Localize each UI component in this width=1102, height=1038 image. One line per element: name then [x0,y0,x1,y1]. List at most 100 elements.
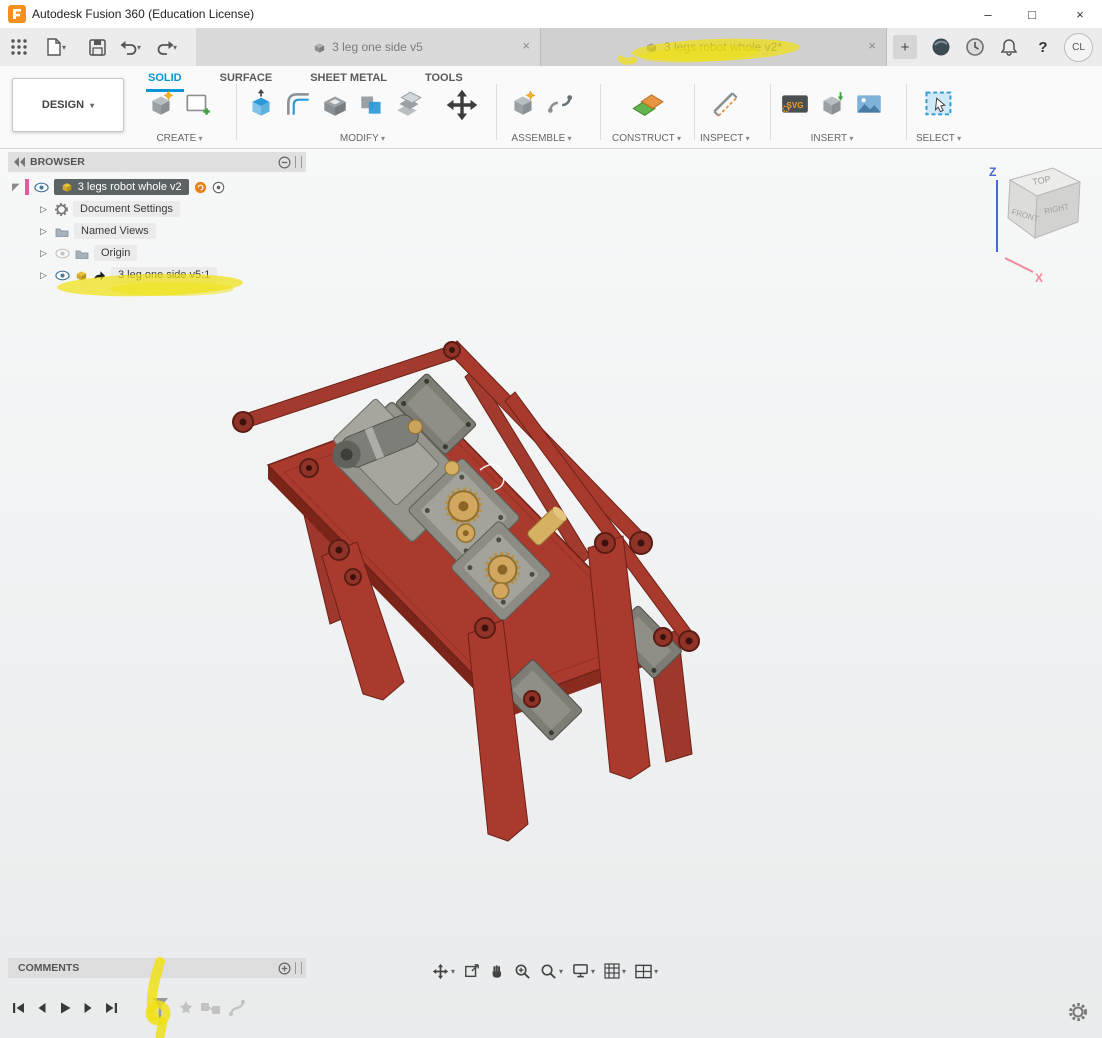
timeline-group-icon[interactable] [200,1000,222,1016]
new-tab-button[interactable]: + [893,35,917,59]
go-to-start-button[interactable] [10,1000,28,1021]
press-pull-icon[interactable] [246,88,276,120]
navigation-toolbar: ▾ ▾ ▾ [432,956,658,986]
app-grid-icon[interactable] [8,36,30,58]
close-button[interactable]: × [1058,0,1102,28]
browser-tree: ◤ 3 legs robot whole v2 ▷ [8,176,306,286]
browser-panel-header[interactable]: BROWSER [8,152,306,172]
row-label[interactable]: Origin [94,245,137,261]
shell-icon[interactable] [320,88,350,120]
timeline-pin-icon[interactable] [178,1000,194,1018]
file-menu-icon[interactable] [42,36,64,58]
joint-icon[interactable] [545,88,575,120]
grid-snap-tool[interactable]: ▾ [604,963,626,979]
viewports-tool[interactable]: ▾ [635,964,658,979]
svg-text:X: X [1035,271,1043,285]
expander-icon[interactable]: ▷ [40,226,50,237]
expander-icon[interactable]: ▷ [40,248,50,259]
document-tab-2-active[interactable]: 3 legs robot whole v2* × [541,28,887,66]
play-button[interactable] [56,1000,74,1021]
panel-grip[interactable] [295,156,302,168]
fillet-icon[interactable] [283,88,313,120]
create-sketch-icon[interactable] [183,88,213,120]
maximize-button[interactable]: □ [1010,0,1054,28]
viewcube[interactable]: Z X TOP FRONT RIGHT [975,152,1102,287]
zoom-tool[interactable] [514,963,531,980]
browser-row-named-views[interactable]: ▷ Named Views [8,220,306,242]
expander-icon[interactable]: ▷ [40,204,50,215]
offset-plane-icon[interactable] [394,88,424,120]
browser-filter-icon[interactable]: ◤ [12,182,20,193]
workspace-selector[interactable]: DESIGN ▾ [12,78,124,132]
insert-mesh-icon[interactable] [817,88,847,120]
visibility-eye-icon[interactable] [55,270,70,281]
construct-plane-icon[interactable] [630,88,664,120]
row-label[interactable]: Named Views [74,223,156,239]
group-select-label[interactable]: SELECT [916,133,961,144]
group-construct-label[interactable]: CONSTRUCT [612,133,681,144]
insert-canvas-icon[interactable] [854,88,884,120]
job-status-icon[interactable] [928,34,954,60]
group-inspect: INSPECT [700,88,750,144]
expander-icon[interactable]: ▷ [40,270,50,281]
visibility-eye-off-icon[interactable] [55,248,70,259]
orbit-tool[interactable]: ▾ [432,963,455,980]
document-tab-1-close-icon[interactable]: × [522,38,530,53]
caret-icon: ▾ [591,967,595,976]
model-3d[interactable] [140,320,760,900]
panel-expand-icon[interactable] [278,962,291,975]
step-forward-button[interactable] [80,1000,96,1021]
pan-tool[interactable] [489,963,505,980]
timeline-joint-icon[interactable] [228,999,246,1017]
row-label[interactable]: 3 leg one side v5:1 [111,267,217,283]
panel-minimize-icon[interactable] [278,156,291,169]
browser-row-origin[interactable]: ▷ Origin [8,242,306,264]
browser-root-item[interactable]: 3 legs robot whole v2 [54,179,189,195]
caret-icon: ▾ [654,967,658,976]
select-icon[interactable] [923,88,955,120]
minimize-button[interactable]: – [966,0,1010,28]
document-cube-icon [313,41,326,54]
display-settings-tool[interactable]: ▾ [572,963,595,979]
panel-grip[interactable] [295,962,302,974]
timeline-position-marker[interactable] [150,996,170,1026]
redo-caret-icon[interactable]: ▾ [173,43,177,52]
step-back-button[interactable] [34,1000,50,1021]
browser-row-document-settings[interactable]: ▷ Document Settings [8,198,306,220]
browser-root-row[interactable]: ◤ 3 legs robot whole v2 [8,176,306,198]
visibility-eye-icon[interactable] [34,182,49,193]
move-copy-icon[interactable] [445,88,479,122]
document-tab-1[interactable]: 3 leg one side v5 × [196,28,541,66]
activate-component-radio-icon[interactable] [212,181,225,194]
help-icon[interactable]: ? [1030,34,1056,60]
comments-panel-header[interactable]: COMMENTS [8,958,306,978]
new-component-icon[interactable] [508,88,538,120]
update-badge-icon[interactable] [194,181,207,194]
document-tab-2-close-icon[interactable]: × [868,38,876,53]
row-label[interactable]: Document Settings [73,201,180,217]
group-insert-label[interactable]: INSERT [811,133,854,144]
file-menu-caret-icon[interactable]: ▾ [62,43,66,52]
combine-icon[interactable] [357,88,387,120]
account-avatar[interactable]: CL [1064,33,1093,62]
new-body-icon[interactable] [146,88,176,120]
notifications-bell-icon[interactable] [996,34,1022,60]
caret-icon: ▾ [559,967,563,976]
fit-tool[interactable]: ▾ [540,963,563,980]
fusion360-window: Z X TOP FRONT RIGHT Autodesk Fusion 360 … [0,0,1102,1038]
timeline-settings-gear-icon[interactable] [1068,1002,1088,1022]
look-at-tool[interactable] [464,963,480,979]
browser-row-component[interactable]: ▷ 3 leg one side v5:1 [8,264,306,286]
go-to-end-button[interactable] [102,1000,120,1021]
measure-icon[interactable] [710,88,740,120]
group-insert: SVG INSERT [780,88,884,144]
insert-svg-icon[interactable]: SVG [780,88,810,120]
save-icon[interactable] [86,36,108,58]
group-inspect-label[interactable]: INSPECT [700,133,750,144]
group-modify-label[interactable]: MODIFY [340,133,385,144]
collapse-panel-icon[interactable] [14,157,26,167]
undo-caret-icon[interactable]: ▾ [137,43,141,52]
history-clock-icon[interactable] [962,34,988,60]
group-assemble-label[interactable]: ASSEMBLE [511,133,571,144]
group-create-label[interactable]: CREATE [156,133,202,144]
